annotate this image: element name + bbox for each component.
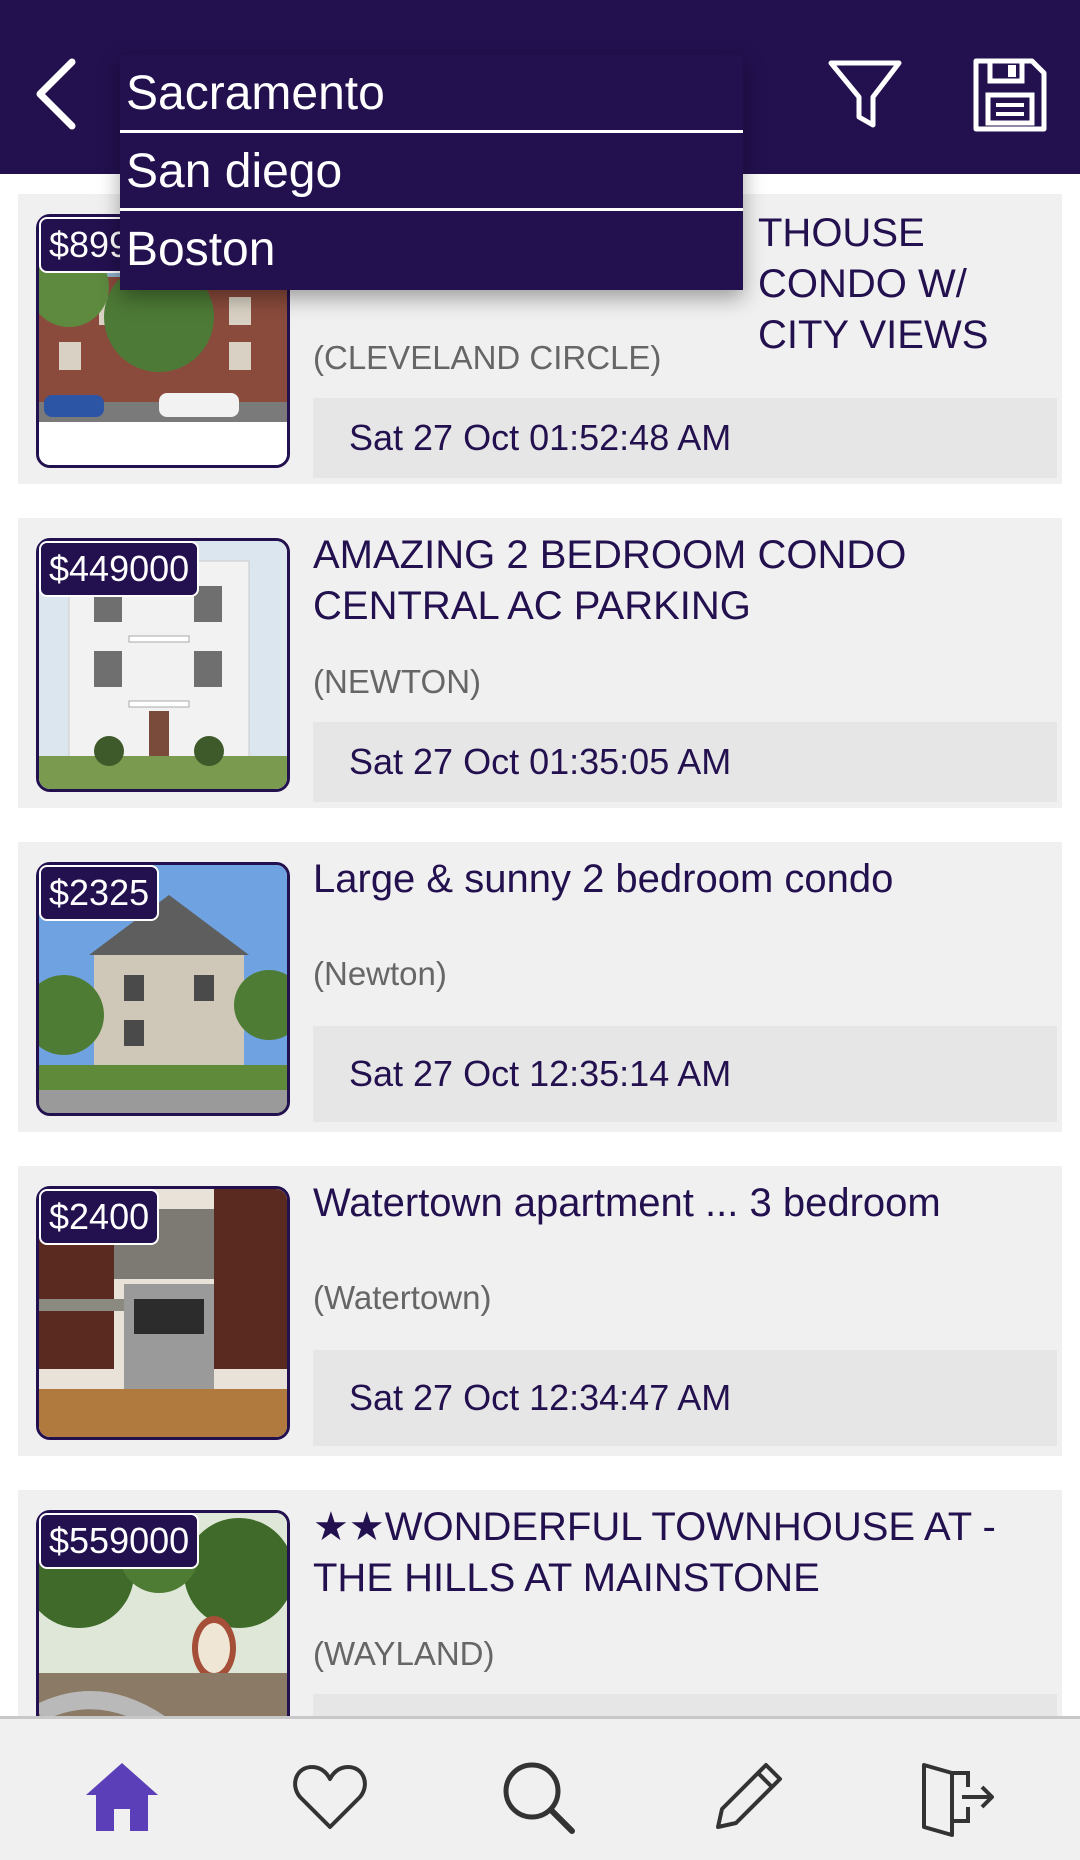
price-badge: $2400 [39, 1189, 160, 1245]
listing-title: THOUSE CONDO W/ CITY VIEWS [758, 211, 989, 357]
listing-card[interactable]: $559000 ★★WONDERFUL TOWNHOUSE AT - THE H… [18, 1490, 1062, 1719]
suggestion-item[interactable]: San diego [120, 133, 743, 211]
nav-favorites[interactable] [290, 1757, 370, 1837]
price-badge: $2325 [39, 865, 160, 921]
search-input[interactable]: Sacramento [120, 55, 743, 133]
save-search-button[interactable] [970, 55, 1050, 135]
listing-location: (NEWTON) [313, 663, 482, 700]
listing-location: (WAYLAND) [313, 1635, 495, 1672]
listing-date: Sat 27 Oct 12:35:14 AM [313, 1026, 1057, 1122]
exit-icon [922, 1763, 994, 1837]
suggestion-item[interactable]: Boston [120, 211, 743, 289]
nav-post[interactable] [708, 1757, 788, 1837]
nav-logout[interactable] [916, 1757, 996, 1837]
chevron-left-icon [36, 58, 76, 130]
nav-search[interactable] [498, 1757, 578, 1837]
listing-card[interactable]: $449000 AMAZING 2 BEDROOM CONDO CENTRAL … [18, 518, 1062, 808]
pencil-icon [716, 1763, 782, 1829]
bottom-navigation [0, 1716, 1080, 1860]
listing-title: AMAZING 2 BEDROOM CONDO CENTRAL AC PARKI… [313, 533, 907, 628]
listing-location: (Newton) [313, 955, 447, 992]
search-icon [503, 1762, 575, 1834]
listing-date: Sat 27 Oct 01:52:48 AM [313, 398, 1057, 478]
nav-home[interactable] [82, 1757, 162, 1837]
listing-location: (Watertown) [313, 1279, 492, 1316]
listing-title: Large & sunny 2 bedroom condo [313, 857, 894, 901]
listing-date: Sat 27 Oct 12:34:47 AM [313, 1350, 1057, 1446]
listing-card[interactable]: $2400 Watertown apartment ... 3 bedroom … [18, 1166, 1062, 1456]
price-badge: $449000 [39, 541, 200, 597]
home-icon [86, 1763, 158, 1831]
listing-card[interactable]: $2325 Large & sunny 2 bedroom condo (New… [18, 842, 1062, 1132]
listing-location: (CLEVELAND CIRCLE) [313, 339, 662, 376]
listing-title: Watertown apartment ... 3 bedroom [313, 1181, 941, 1225]
filter-button[interactable] [825, 55, 905, 135]
price-badge: $559000 [39, 1513, 200, 1569]
floppy-save-icon [973, 58, 1047, 132]
heart-icon [293, 1765, 367, 1829]
listing-date: Sat 27 Oct 01:35:05 AM [313, 722, 1057, 802]
listings-list: $899 THOUSE CONDO W/ CITY VIEWS (CLEVELA… [0, 174, 1080, 1719]
city-suggestions-dropdown: Sacramento San diego Boston [120, 55, 743, 290]
filter-icon [828, 60, 902, 128]
listing-title: ★★WONDERFUL TOWNHOUSE AT - THE HILLS AT … [313, 1505, 996, 1600]
back-button[interactable] [30, 54, 90, 134]
